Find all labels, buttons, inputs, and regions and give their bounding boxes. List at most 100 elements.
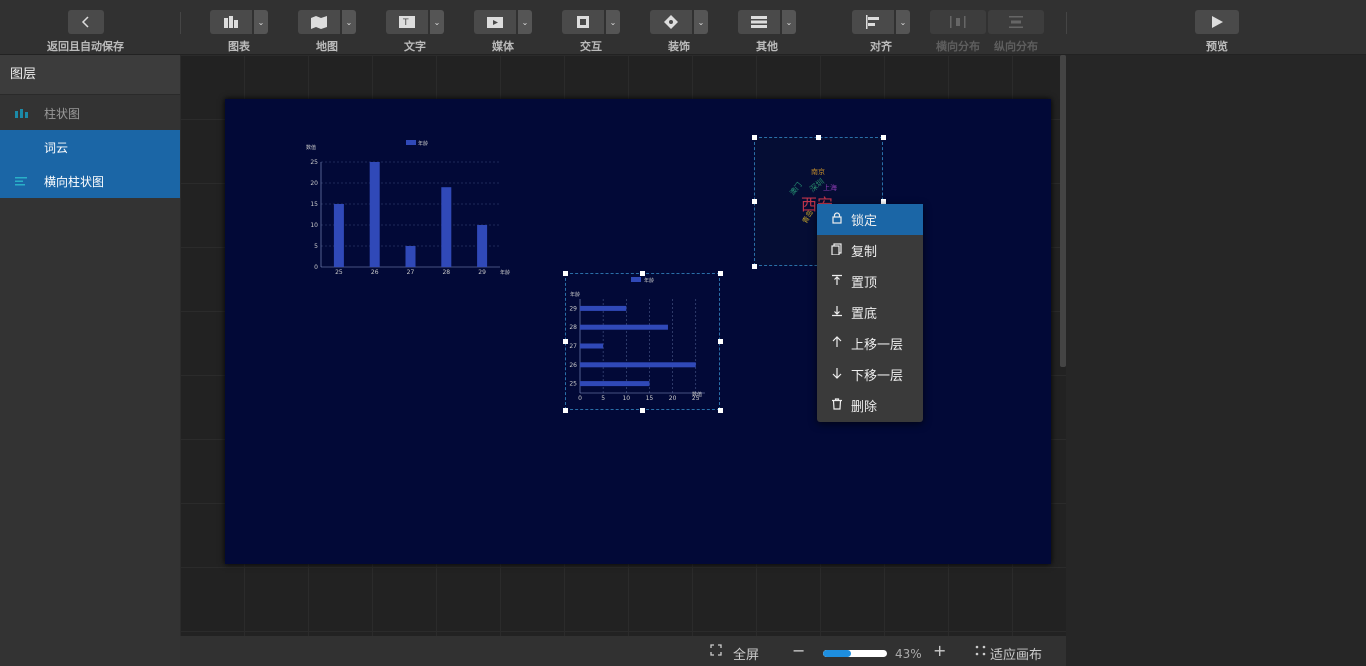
text-menu-label: 文字 — [404, 40, 426, 53]
menu-item-move-down[interactable]: 下移一层 — [817, 359, 923, 390]
y-tick-label: 15 — [310, 201, 318, 208]
legend-label: 年龄 — [418, 140, 428, 147]
chevron-down-icon[interactable]: ⌄ — [430, 10, 444, 34]
horizontal-bar-chart-widget[interactable]: 年龄年龄0 5 10 15 20 252928272625数值 — [565, 273, 720, 410]
zoom-out-icon[interactable]: − — [792, 641, 805, 660]
media-icon — [474, 10, 516, 34]
menu-item-delete[interactable]: 删除 — [817, 390, 923, 421]
preview-button[interactable]: 预览 — [1195, 10, 1239, 54]
bar — [441, 187, 452, 267]
y-tick-label: 25 — [310, 159, 318, 166]
bar — [369, 162, 380, 267]
other-menu-label: 其他 — [756, 40, 778, 53]
word-cloud-word: 南京 — [811, 168, 825, 176]
svg-text:T: T — [402, 18, 409, 28]
context-menu: 锁定 复制 置顶 置底 上移一层 下移一层 删除 — [817, 204, 923, 422]
x-tick-label: 27 — [407, 269, 415, 276]
menu-item-send-to-bottom[interactable]: 置底 — [817, 297, 923, 328]
x-tick-label: 29 — [478, 269, 486, 276]
fit-canvas-icon[interactable] — [975, 645, 986, 660]
menu-item-copy[interactable]: 复制 — [817, 235, 923, 266]
fullscreen-icon[interactable] — [710, 644, 722, 660]
arrow-down-icon — [831, 367, 851, 382]
other-menu-button[interactable]: ⌄ 其他 — [738, 10, 796, 54]
chevron-down-icon[interactable]: ⌄ — [606, 10, 620, 34]
chevron-down-icon[interactable]: ⌄ — [342, 10, 356, 34]
arrow-up-icon — [831, 336, 851, 351]
layer-item-label: 横向柱状图 — [44, 174, 105, 189]
bring-to-top-icon — [831, 274, 851, 289]
x-tick-label: 10 — [622, 395, 630, 402]
menu-item-label: 上移一层 — [851, 338, 904, 353]
send-to-bottom-icon — [831, 305, 851, 320]
x-tick-label: 25 — [335, 269, 343, 276]
menu-item-lock[interactable]: 锁定 — [817, 204, 923, 235]
menu-item-label: 复制 — [851, 245, 878, 260]
fullscreen-button[interactable]: 全屏 — [733, 644, 759, 663]
layer-panel-title: 图层 — [0, 55, 180, 95]
chevron-down-icon[interactable]: ⌄ — [782, 10, 796, 34]
y-axis-label: 年龄 — [570, 291, 580, 298]
horizontal-distribute-button[interactable]: 横向分布 — [930, 10, 986, 54]
menu-item-move-up[interactable]: 上移一层 — [817, 328, 923, 359]
menu-item-label: 锁定 — [851, 214, 878, 229]
decoration-icon — [650, 10, 692, 34]
fit-canvas-button[interactable]: 适应画布 — [990, 644, 1042, 663]
interaction-icon — [562, 10, 604, 34]
horizontal-distribute-icon — [930, 10, 986, 34]
interaction-menu-button[interactable]: ⌄ 交互 — [562, 10, 620, 54]
bar — [580, 343, 604, 349]
media-menu-label: 媒体 — [492, 40, 514, 53]
x-axis-label: 数值 — [692, 391, 702, 398]
bar — [477, 225, 488, 267]
map-icon — [298, 10, 340, 34]
chevron-down-icon[interactable]: ⌄ — [896, 10, 910, 34]
bottom-bar: 全屏 − 43% + 适应画布 — [180, 636, 1066, 666]
bar — [580, 324, 668, 330]
chart-menu-button[interactable]: ⌄ 图表 — [210, 10, 268, 54]
y-tick-label: 27 — [569, 343, 577, 350]
menu-item-label: 删除 — [851, 400, 878, 415]
copy-icon — [831, 243, 851, 258]
y-tick-label: 5 — [314, 243, 318, 250]
layer-panel: 图层 柱状图 词云 横向柱状图 — [0, 55, 180, 666]
layer-item-bar-chart[interactable]: 柱状图 — [0, 96, 180, 130]
align-button[interactable]: ⌄ 对齐 — [852, 10, 910, 54]
x-tick-label: 26 — [371, 269, 379, 276]
bar — [580, 381, 650, 387]
layer-item-word-cloud[interactable]: 词云 — [0, 130, 180, 164]
play-icon — [1195, 10, 1239, 34]
chart-menu-label: 图表 — [228, 40, 250, 53]
map-menu-button[interactable]: ⌄ 地图 — [298, 10, 356, 54]
back-button[interactable]: 返回且自动保存 — [47, 10, 124, 54]
interaction-menu-label: 交互 — [580, 40, 602, 53]
bar — [405, 246, 416, 267]
y-axis-label: 数值 — [306, 144, 316, 151]
x-tick-label: 0 — [578, 395, 582, 402]
vertical-scrollbar[interactable] — [1060, 55, 1066, 367]
zoom-in-icon[interactable]: + — [933, 641, 946, 660]
chevron-down-icon[interactable]: ⌄ — [694, 10, 708, 34]
chevron-down-icon[interactable]: ⌄ — [254, 10, 268, 34]
preview-label: 预览 — [1206, 40, 1228, 53]
y-tick-label: 10 — [310, 222, 318, 229]
decoration-menu-button[interactable]: ⌄ 装饰 — [650, 10, 708, 54]
x-tick-label: 15 — [646, 395, 654, 402]
text-menu-button[interactable]: T ⌄ 文字 — [386, 10, 444, 54]
chevron-down-icon[interactable]: ⌄ — [518, 10, 532, 34]
hbar-chart-icon — [0, 176, 44, 186]
layer-item-label: 柱状图 — [44, 106, 81, 121]
chevron-left-icon — [67, 10, 104, 34]
layer-item-horizontal-bar-chart[interactable]: 横向柱状图 — [0, 164, 180, 198]
vertical-distribute-icon — [988, 10, 1044, 34]
map-menu-label: 地图 — [316, 40, 338, 53]
x-tick-label: 20 — [669, 395, 677, 402]
y-tick-label: 20 — [310, 180, 318, 187]
bar-chart-widget[interactable]: 年龄数值051015202525 26 27 28 29 年龄 — [300, 134, 515, 280]
bar-chart-icon — [0, 108, 44, 118]
y-tick-label: 25 — [569, 381, 577, 388]
media-menu-button[interactable]: ⌄ 媒体 — [474, 10, 532, 54]
vertical-distribute-button[interactable]: 纵向分布 — [988, 10, 1044, 54]
menu-item-bring-to-top[interactable]: 置顶 — [817, 266, 923, 297]
zoom-slider[interactable] — [823, 650, 887, 657]
